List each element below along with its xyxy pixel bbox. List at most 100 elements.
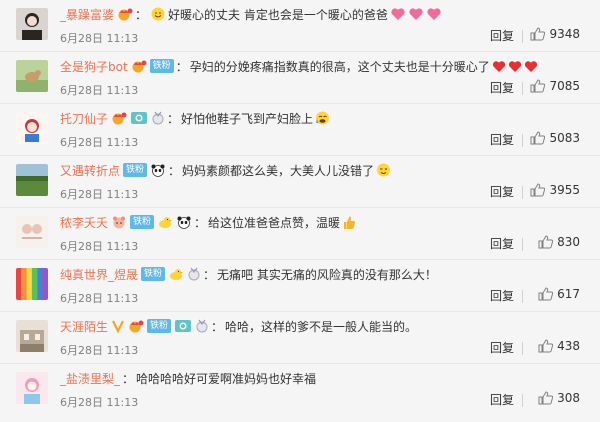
divider [522, 134, 523, 147]
comment-item: _盐渍里梨_ ： 哈哈哈哈好可爱啊准妈妈也好幸福 6月28日 11:13 回复 … [0, 364, 600, 416]
comment-text: 哈哈哈哈好可爱啊准妈妈也好幸福 [136, 371, 317, 386]
username[interactable]: 全是狗子bot [60, 58, 128, 75]
like-button[interactable]: 617 [538, 287, 580, 301]
panda-badge-icon[interactable] [150, 163, 166, 177]
username[interactable]: 天涯陌生 [60, 318, 108, 335]
like-count: 617 [557, 287, 580, 301]
reply-button[interactable]: 回复 [490, 131, 514, 148]
divider [522, 82, 523, 95]
like-count: 830 [557, 235, 580, 249]
comment-text: 无痛吧 其实无痛的风险真的没有那么大！ [217, 267, 437, 282]
divider [522, 290, 523, 303]
thumbs-up-icon [538, 287, 554, 301]
like-count: 438 [557, 339, 580, 353]
medal-badge-icon[interactable] [195, 319, 209, 333]
divider [522, 30, 523, 43]
thumbs-up-icon [530, 27, 546, 41]
heart-emoji-icon [426, 7, 442, 21]
reply-button[interactable]: 回复 [490, 391, 514, 408]
avatar[interactable] [16, 372, 48, 404]
comment-text: 好怕他鞋子飞到产妇脸上 [181, 111, 314, 126]
username[interactable]: _暴躁富婆 [60, 6, 114, 23]
thumbs-up-icon [530, 79, 546, 93]
comment-date: 6月28日 11:13 [60, 344, 139, 357]
verified-v-icon[interactable] [111, 319, 125, 333]
heart-emoji-icon [408, 7, 424, 21]
cry-emoji-icon [315, 111, 330, 125]
reply-button[interactable]: 回复 [490, 339, 514, 356]
like-button[interactable]: 5083 [530, 131, 580, 145]
comment-text: 好暖心的丈夫 肯定也会是一个暖心的爸爸 [168, 7, 388, 22]
avatar[interactable] [16, 8, 48, 40]
heart-emoji-icon [390, 7, 406, 21]
reply-button[interactable]: 回复 [490, 27, 514, 44]
medal-badge-icon[interactable] [151, 111, 165, 125]
fan-badge[interactable]: 铁粉 [149, 59, 174, 73]
like-button[interactable]: 7085 [530, 79, 580, 93]
divider [522, 394, 523, 407]
duck-badge-icon[interactable] [157, 215, 173, 229]
avatar[interactable] [16, 216, 48, 248]
comment-text: 哈哈，这样的爹不是一般人能当的。 [225, 319, 418, 334]
username[interactable]: 又遇转折点 [60, 162, 120, 179]
divider [522, 342, 523, 355]
like-button[interactable]: 308 [538, 391, 580, 405]
reply-button[interactable]: 回复 [490, 235, 514, 252]
wink-emoji-icon [376, 163, 391, 177]
like-count: 3955 [549, 183, 580, 197]
comment-item: 全是狗子bot 铁粉 ： 孕妇的分娩疼痛指数真的很高，这个丈夫也是十分暖心了 6… [0, 52, 600, 104]
smile-emoji-icon [151, 7, 165, 21]
like-button[interactable]: 438 [538, 339, 580, 353]
thumbs-up-icon [538, 391, 554, 405]
reply-button[interactable]: 回复 [490, 287, 514, 304]
username[interactable]: 纯真世界_煜晟 [60, 266, 138, 283]
comment-date: 6月28日 11:13 [60, 84, 139, 97]
reply-button[interactable]: 回复 [490, 183, 514, 200]
comment-item: 纯真世界_煜晟 铁粉 ： 无痛吧 其实无痛的风险真的没有那么大！ 6月28日 1… [0, 260, 600, 312]
avatar[interactable] [16, 60, 48, 92]
camera-badge-icon[interactable] [130, 111, 148, 125]
crown-badge-icon[interactable] [128, 319, 144, 333]
thumbs-up-emoji-icon [342, 215, 356, 230]
fan-badge[interactable]: 铁粉 [141, 267, 166, 281]
like-count: 308 [557, 391, 580, 405]
avatar[interactable] [16, 112, 48, 144]
divider [522, 238, 523, 251]
comment-item: 又遇转折点 铁粉 ： 妈妈素颜都这么美，大美人儿没错了 6月28日 11:13 … [0, 156, 600, 208]
avatar[interactable] [16, 268, 48, 300]
avatar[interactable] [16, 164, 48, 196]
username[interactable]: _盐渍里梨_ [60, 370, 120, 387]
username[interactable]: 托刀仙子 [60, 110, 108, 127]
crown-badge-icon[interactable] [131, 59, 147, 73]
thumbs-up-icon [538, 339, 554, 353]
comment-date: 6月28日 11:13 [60, 396, 139, 409]
comment-item: 托刀仙子 ： 好怕他鞋子飞到产妇脸上 6月28日 11:13 回复 5083 [0, 104, 600, 156]
red-heart-emoji-icon [508, 60, 522, 73]
panda-badge-icon[interactable] [176, 215, 192, 229]
comment-item: 天涯陌生 铁粉 ： 哈哈，这样的爹不是一般人能当的。 6月28日 11:13 回… [0, 312, 600, 364]
fan-badge[interactable]: 铁粉 [130, 215, 155, 229]
like-button[interactable]: 830 [538, 235, 580, 249]
red-heart-emoji-icon [524, 60, 538, 73]
crown-badge-icon[interactable] [117, 7, 133, 21]
fan-badge[interactable]: 铁粉 [147, 319, 172, 333]
thumbs-up-icon [530, 183, 546, 197]
username[interactable]: 秾李夭夭 [60, 214, 108, 231]
like-button[interactable]: 3955 [530, 183, 580, 197]
thumbs-up-icon [538, 235, 554, 249]
avatar[interactable] [16, 320, 48, 352]
camera-badge-icon[interactable] [174, 319, 192, 333]
fan-badge[interactable]: 铁粉 [123, 163, 148, 177]
duck-badge-icon[interactable] [168, 267, 184, 281]
crown-badge-icon[interactable] [111, 111, 127, 125]
comment-date: 6月28日 11:13 [60, 32, 139, 45]
red-heart-emoji-icon [492, 60, 506, 73]
comment-date: 6月28日 11:13 [60, 136, 139, 149]
comment-date: 6月28日 11:13 [60, 240, 139, 253]
comment-date: 6月28日 11:13 [60, 188, 139, 201]
bear-badge-icon[interactable] [111, 215, 127, 229]
like-count: 7085 [549, 79, 580, 93]
medal-badge-icon[interactable] [187, 267, 201, 281]
like-button[interactable]: 9348 [530, 27, 580, 41]
reply-button[interactable]: 回复 [490, 79, 514, 96]
